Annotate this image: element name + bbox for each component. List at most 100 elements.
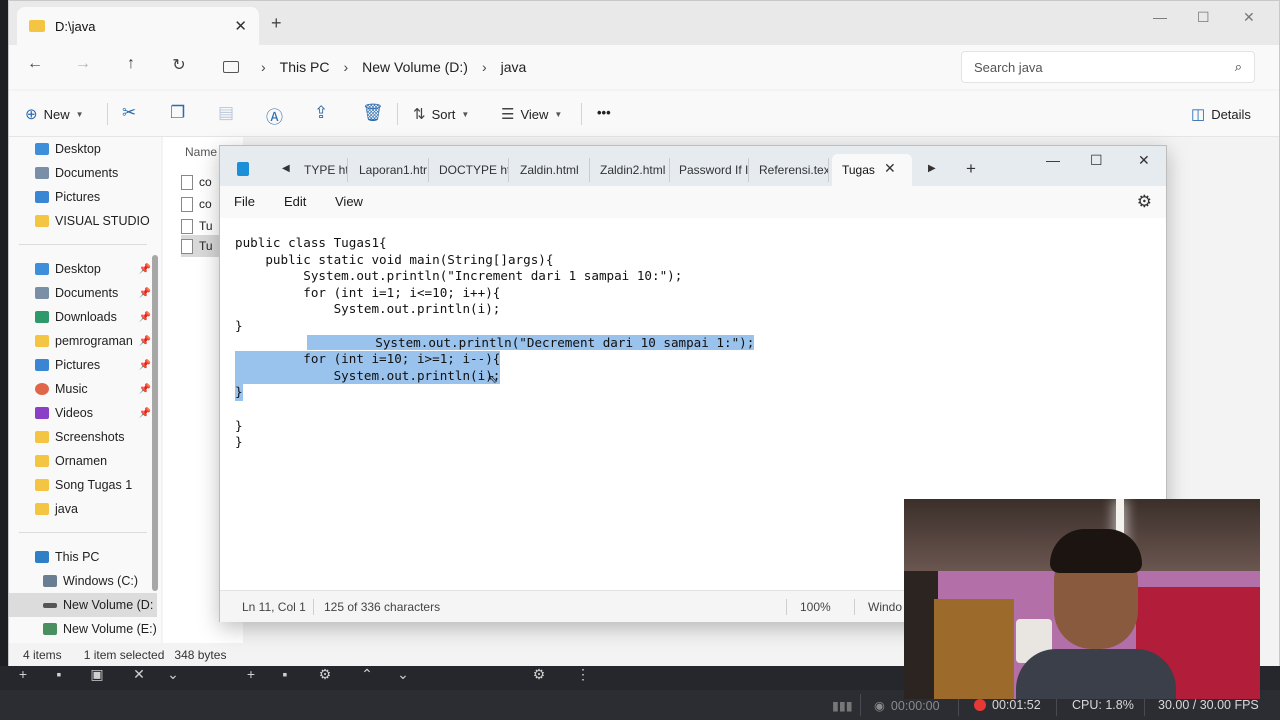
breadcrumb-this-pc[interactable]: This PC: [280, 59, 330, 75]
menu-view[interactable]: View: [335, 194, 363, 209]
close-window-icon[interactable]: ✕: [1138, 152, 1150, 169]
settings-icon[interactable]: ⚙: [1137, 192, 1152, 212]
breadcrumb-new-volume[interactable]: New Volume (D:): [362, 59, 468, 75]
sidebar-item-downloads[interactable]: Downloads 📌: [9, 305, 157, 329]
pin-icon: 📌: [138, 359, 151, 371]
sidebar-item-label: Documents: [55, 166, 119, 180]
search-icon: ⌕: [1234, 59, 1242, 74]
line-ending[interactable]: Windo: [868, 600, 902, 614]
maximize-icon[interactable]: ☐: [1197, 9, 1210, 26]
sidebar-item-windows-c[interactable]: Windows (C:): [9, 569, 157, 593]
sidebar-item-desktop[interactable]: Desktop: [9, 137, 157, 161]
menu-file[interactable]: File: [234, 194, 255, 209]
forward-button[interactable]: →: [71, 55, 95, 73]
sidebar-item-documents[interactable]: Documents: [9, 161, 157, 185]
new-tab-button[interactable]: +: [271, 13, 282, 34]
details-button[interactable]: ◫ Details: [1191, 105, 1251, 123]
chevron-down-icon[interactable]: ⌄: [390, 666, 416, 686]
sidebar-item-desktop-pinned[interactable]: Desktop 📌: [9, 257, 157, 281]
filter-icon[interactable]: ▣: [84, 666, 110, 686]
copy-icon[interactable]: ❐: [170, 103, 185, 123]
sidebar-item-label: Documents: [55, 286, 119, 300]
rename-icon[interactable]: Ⓐ: [266, 103, 283, 128]
minimize-icon[interactable]: —: [1046, 152, 1060, 168]
settings-icon[interactable]: ⚙: [312, 666, 338, 686]
view-button[interactable]: ☰ View ▼: [501, 105, 562, 123]
share-icon[interactable]: ⇪: [314, 103, 328, 123]
new-button[interactable]: ⊕ New ▼: [25, 105, 84, 123]
trash-icon[interactable]: ▪: [46, 666, 72, 686]
notepad-tab[interactable]: Laporan1.htr: [359, 158, 429, 182]
divider: [19, 532, 147, 533]
sidebar-item-ornamen[interactable]: Ornamen: [9, 449, 157, 473]
new-label: New: [43, 106, 70, 122]
file-name: co: [199, 197, 212, 211]
close-window-icon[interactable]: ✕: [1243, 9, 1255, 26]
code-line: public static void main(String[]args){: [235, 251, 554, 267]
cut-icon[interactable]: ✂: [122, 103, 136, 123]
sidebar-item-documents-pinned[interactable]: Documents 📌: [9, 281, 157, 305]
webcam-door: [934, 599, 1014, 699]
folder-icon: [35, 335, 49, 347]
drive-icon: [43, 575, 57, 587]
sidebar-item-pemrograman[interactable]: pemrograman 📌: [9, 329, 157, 353]
notepad-tab[interactable]: Zaldin.html: [520, 158, 590, 182]
code-line-selected: System.out.println("Decrement dari 10 sa…: [235, 334, 755, 352]
selection-size: 348 bytes: [174, 648, 227, 662]
sidebar-item-screenshots[interactable]: Screenshots: [9, 425, 157, 449]
minimize-icon[interactable]: —: [1153, 9, 1167, 25]
notepad-tab[interactable]: Referensi.tex: [759, 158, 829, 182]
add-icon[interactable]: +: [10, 666, 36, 686]
explorer-tab[interactable]: D:\java ✕: [17, 7, 259, 45]
address-toolbar: ← → ↑ ↻ › This PC › New Volume (D:) › ja…: [9, 45, 1279, 89]
column-header-name[interactable]: Name: [185, 145, 217, 159]
add-icon[interactable]: +: [238, 666, 264, 686]
notepad-tab[interactable]: Password If I: [679, 158, 749, 182]
notepad-tab[interactable]: TYPE ht: [304, 158, 348, 182]
scroll-tabs-right-icon[interactable]: ▶: [928, 163, 936, 174]
close-icon[interactable]: ✕: [126, 666, 152, 686]
sidebar-item-pictures[interactable]: Pictures: [9, 185, 157, 209]
sidebar-item-pictures-pinned[interactable]: Pictures 📌: [9, 353, 157, 377]
notepad-tab[interactable]: Zaldin2.html: [600, 158, 670, 182]
zoom-level[interactable]: 100%: [800, 600, 831, 614]
chevron-up-icon[interactable]: ⌃: [354, 666, 380, 686]
notepad-tab[interactable]: DOCTYPE ht: [439, 158, 509, 182]
notepad-tab-active[interactable]: Tugas: [832, 154, 912, 186]
chevron-down-icon[interactable]: ⌄: [160, 666, 186, 686]
new-tab-button[interactable]: +: [966, 159, 976, 179]
sidebar-item-videos[interactable]: Videos 📌: [9, 401, 157, 425]
folder-icon: [35, 431, 49, 443]
cursor-position: Ln 11, Col 1: [242, 600, 306, 614]
up-button[interactable]: ↑: [119, 55, 143, 73]
menu-edit[interactable]: Edit: [284, 194, 306, 209]
settings-icon[interactable]: ⚙: [526, 666, 552, 686]
delete-icon[interactable]: 🗑: [362, 103, 384, 123]
trash-icon[interactable]: ▪: [272, 666, 298, 686]
address-bar[interactable]: › This PC › New Volume (D:) › java: [215, 51, 949, 83]
scroll-tabs-left-icon[interactable]: ◀: [282, 163, 290, 174]
more-options-button[interactable]: •••: [597, 105, 611, 120]
sidebar-item-song-tugas[interactable]: Song Tugas 1: [9, 473, 157, 497]
search-input[interactable]: Search java ⌕: [961, 51, 1255, 83]
sort-button[interactable]: ⇅ Sort ▼: [413, 105, 469, 123]
breadcrumb-java[interactable]: java: [501, 59, 527, 75]
folder-icon: [35, 215, 49, 227]
back-button[interactable]: ←: [23, 55, 47, 73]
sidebar-item-visual-studio[interactable]: VISUAL STUDIO: [9, 209, 157, 233]
sidebar-item-java[interactable]: java: [9, 497, 157, 521]
paste-icon[interactable]: ▤: [218, 103, 234, 123]
sidebar-item-music[interactable]: Music 📌: [9, 377, 157, 401]
refresh-button[interactable]: ↻: [167, 55, 191, 75]
close-tab-icon[interactable]: ✕: [884, 160, 896, 177]
notepad-tab-bar: ◀ TYPE ht Laporan1.htr DOCTYPE ht Zaldin…: [220, 146, 1166, 186]
sidebar-item-new-volume-e[interactable]: New Volume (E:): [9, 617, 157, 641]
maximize-icon[interactable]: ☐: [1090, 152, 1103, 169]
code-line: }: [235, 434, 243, 450]
sidebar-item-new-volume-d[interactable]: New Volume (D:: [9, 593, 157, 617]
sidebar-scrollbar[interactable]: [152, 255, 158, 591]
more-vertical-icon[interactable]: ⋮: [570, 666, 596, 686]
details-pane-icon: ◫: [1191, 106, 1206, 123]
sidebar-item-this-pc[interactable]: This PC: [9, 545, 157, 569]
close-tab-icon[interactable]: ✕: [234, 17, 247, 35]
